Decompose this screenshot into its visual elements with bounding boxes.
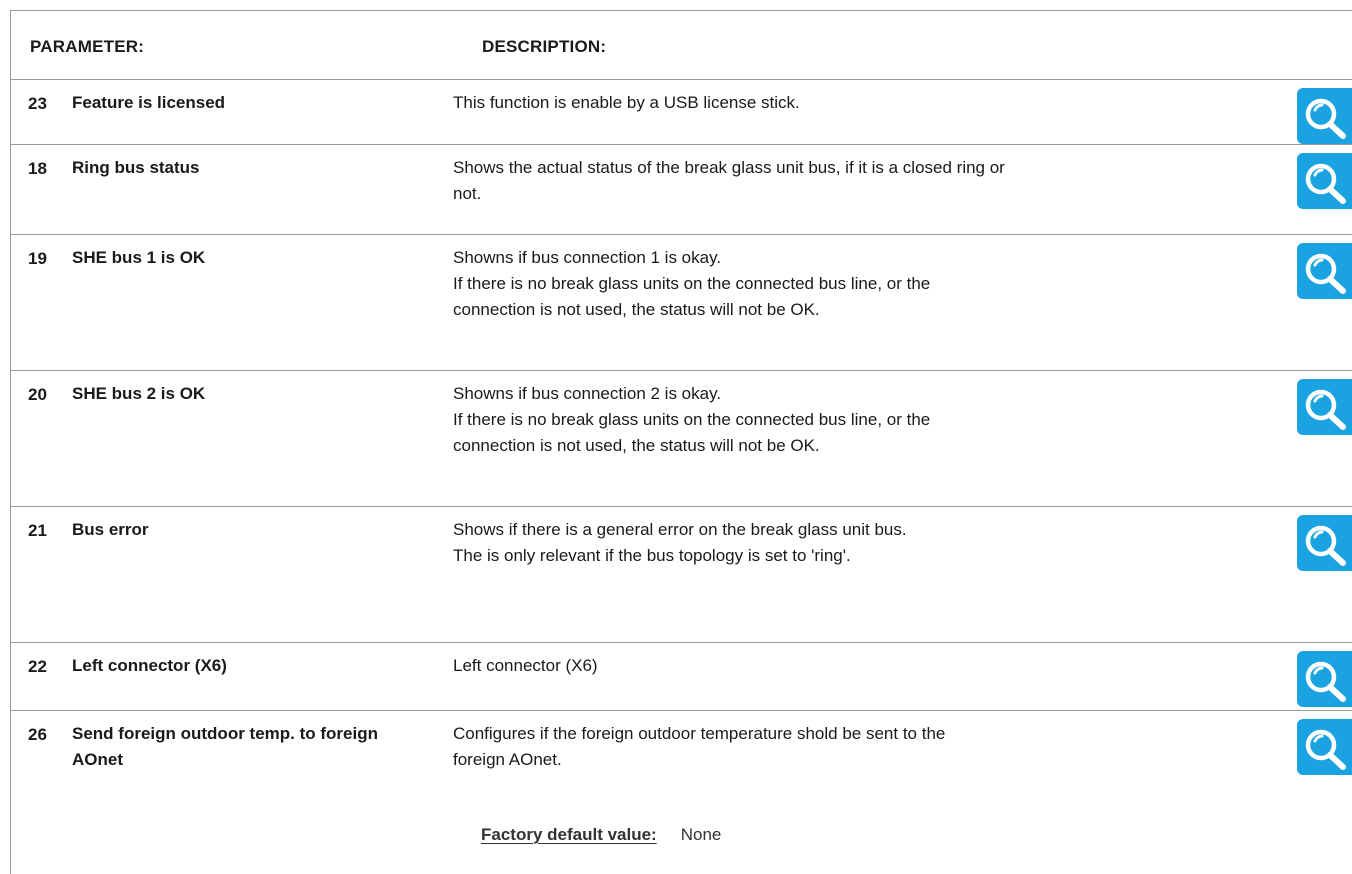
description-line: This function is enable by a USB license… (453, 93, 800, 112)
parameter-name: Feature is licensed (72, 93, 226, 112)
table-row: 21 Bus error Shows if there is a general… (11, 507, 1352, 643)
parameter-description: Left connector (X6) (453, 653, 1273, 679)
factory-default-label: Factory default value: (481, 825, 657, 844)
parameter-description: This function is enable by a USB license… (453, 90, 1273, 116)
parameter-number: 23 (28, 94, 47, 113)
description-line: Configures if the foreign outdoor temper… (453, 724, 946, 743)
description-line: Shows the actual status of the break gla… (453, 158, 1005, 177)
description-line: If there is no break glass units on the … (453, 274, 931, 293)
description-line: Shows if there is a general error on the… (453, 520, 907, 539)
search-icon (1305, 525, 1346, 566)
table-header: PARAMETER: DESCRIPTION: (11, 11, 1352, 80)
table-row: 26 Send foreign outdoor temp. to foreign… (11, 711, 1352, 874)
parameter-description: Showns if bus connection 2 is okay. If t… (453, 381, 1273, 459)
search-icon (1305, 729, 1346, 770)
parameter-number: 21 (28, 521, 47, 540)
search-icon (1305, 661, 1346, 702)
parameter-name: Bus error (72, 520, 149, 539)
search-button[interactable] (1297, 153, 1352, 209)
factory-default-value: None (680, 825, 722, 844)
description-line: foreign AOnet. (453, 750, 562, 769)
search-button[interactable] (1297, 379, 1352, 435)
factory-default: Factory default value: None (481, 825, 721, 845)
search-button[interactable] (1297, 88, 1352, 144)
search-icon (1305, 163, 1346, 204)
parameter-column-header: PARAMETER: (30, 37, 145, 56)
parameter-number: 19 (28, 249, 47, 268)
parameter-number: 26 (28, 725, 47, 744)
search-icon (1305, 98, 1346, 139)
search-button[interactable] (1297, 719, 1352, 775)
description-line: If there is no break glass units on the … (453, 410, 931, 429)
parameter-name: Ring bus status (72, 158, 200, 177)
search-icon (1305, 389, 1346, 430)
table-row: 22 Left connector (X6) Left connector (X… (11, 643, 1352, 711)
description-line: connection is not used, the status will … (453, 436, 820, 455)
description-line: not. (453, 184, 482, 203)
parameter-number: 20 (28, 385, 47, 404)
parameter-description: Showns if bus connection 1 is okay. If t… (453, 245, 1273, 323)
description-line: Showns if bus connection 1 is okay. (453, 248, 722, 267)
parameter-name: SHE bus 1 is OK (72, 248, 206, 267)
description-line: connection is not used, the status will … (453, 300, 820, 319)
parameter-description: Shows if there is a general error on the… (453, 517, 1273, 569)
search-icon (1305, 253, 1346, 294)
search-button[interactable] (1297, 651, 1352, 707)
search-button[interactable] (1297, 243, 1352, 299)
parameter-name: SHE bus 2 is OK (72, 384, 206, 403)
parameter-description: Configures if the foreign outdoor temper… (453, 721, 1273, 773)
parameter-number: 22 (28, 657, 47, 676)
parameter-name: Left connector (X6) (72, 656, 227, 675)
parameter-description: Shows the actual status of the break gla… (453, 155, 1273, 207)
parameter-name: Send foreign outdoor temp. to foreign AO… (72, 724, 378, 769)
table-row: 23 Feature is licensed This function is … (11, 80, 1352, 145)
parameter-table: PARAMETER: DESCRIPTION: 23 Feature is li… (10, 10, 1352, 874)
parameter-number: 18 (28, 159, 47, 178)
description-column-header: DESCRIPTION: (482, 37, 607, 56)
table-row: 20 SHE bus 2 is OK Showns if bus connect… (11, 371, 1352, 507)
search-button[interactable] (1297, 515, 1352, 571)
table-row: 18 Ring bus status Shows the actual stat… (11, 145, 1352, 235)
description-line: The is only relevant if the bus topology… (453, 546, 851, 565)
description-line: Showns if bus connection 2 is okay. (453, 384, 722, 403)
table-row: 19 SHE bus 1 is OK Showns if bus connect… (11, 235, 1352, 371)
description-line: Left connector (X6) (453, 656, 598, 675)
